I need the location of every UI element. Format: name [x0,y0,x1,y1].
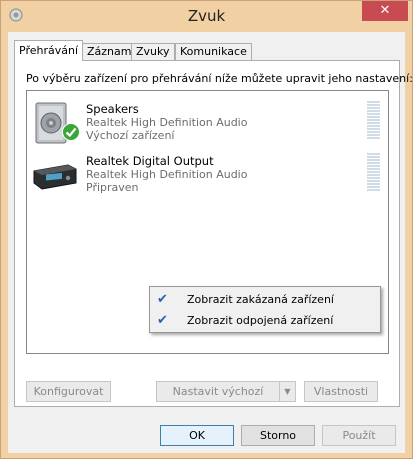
tab-recording[interactable]: Záznam [82,43,137,60]
title-bar[interactable]: Zvuk ✕ [1,1,412,32]
properties-label: Vlastnosti [313,385,369,398]
checkmark-icon: ✔ [157,313,168,328]
close-button[interactable]: ✕ [362,1,408,21]
configure-button[interactable]: Konfigurovat [26,381,111,402]
properties-button[interactable]: Vlastnosti [304,381,378,402]
menu-item-show-disconnected[interactable]: ✔ Zobrazit odpojená zařízení [152,310,378,331]
device-driver: Realtek High Definition Audio [86,116,248,129]
device-status: Připraven [86,181,139,194]
checkmark-icon: ✔ [157,292,168,307]
device-name: Speakers [86,102,139,116]
checkmark-badge-icon [62,123,80,141]
menu-item-label: Zobrazit odpojená zařízení [187,314,334,327]
playback-panel: Po výběru zařízení pro přehrávání níže m… [14,60,413,407]
volume-meter [367,101,380,139]
instructions-text: Po výběru zařízení pro přehrávání níže m… [26,72,413,85]
device-driver: Realtek High Definition Audio [86,168,248,181]
device-digital-output[interactable]: Realtek Digital Output Realtek High Defi… [27,147,388,199]
menu-item-show-disabled[interactable]: ✔ Zobrazit zakázaná zařízení [152,289,378,310]
window-title: Zvuk [187,7,226,25]
tab-sounds[interactable]: Zvuky [131,43,175,60]
tab-playback[interactable]: Přehrávání [14,40,84,61]
chevron-down-icon[interactable]: ▼ [279,382,295,401]
context-menu: ✔ Zobrazit zakázaná zařízení ✔ Zobrazit … [149,286,381,333]
apply-button[interactable]: Použít [322,425,396,446]
device-speakers[interactable]: Speakers Realtek High Definition Audio V… [27,95,388,147]
menu-item-label: Zobrazit zakázaná zařízení [187,293,334,306]
device-name: Realtek Digital Output [86,154,214,168]
dialog-body: Přehrávání Záznam Zvuky Komunikace Po vý… [8,32,413,453]
set-default-label: Nastavit výchozí [172,385,264,398]
ok-button[interactable]: OK [160,425,234,446]
digital-output-icon [33,164,77,190]
sound-dialog-window: Zvuk ✕ Přehrávání Záznam Zvuky Komunikac… [0,0,413,459]
device-status: Výchozí zařízení [86,129,175,142]
tab-communications[interactable]: Komunikace [175,43,252,60]
volume-meter [367,153,380,191]
cancel-button[interactable]: Storno [241,425,315,446]
set-default-button[interactable]: Nastavit výchozí ▼ [156,381,296,402]
configure-label: Konfigurovat [33,385,104,398]
